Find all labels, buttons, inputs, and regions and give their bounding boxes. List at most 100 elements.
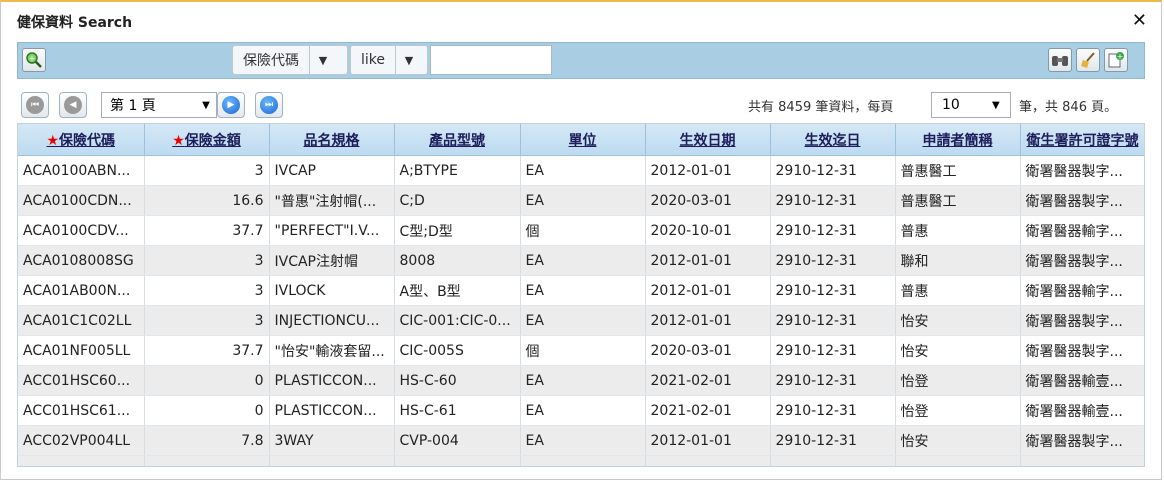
table-row[interactable]: ACA0100CDN... 16.6 "普惠"注射帽(... C;D EA 2020-03… xyxy=(18,185,1144,216)
table-cell: PLASTICCON... xyxy=(269,395,395,426)
table-cell: 衛署醫器輸字... xyxy=(1020,215,1144,246)
table-cell: 2012-01-01 xyxy=(645,425,771,456)
table-cell: 衛署醫器輸壹... xyxy=(1020,365,1144,396)
first-page-button[interactable]: ⏮ xyxy=(21,92,49,118)
table-row[interactable]: ACC01HSC61... 0 PLASTICCON... HS-C-61 EA 2021… xyxy=(18,395,1144,426)
last-page-icon: ⏭ xyxy=(260,96,278,114)
search-input[interactable] xyxy=(430,45,552,75)
table-cell: 衛署醫器輸壹... xyxy=(1020,395,1144,426)
table-row[interactable]: ACA0100CDV... 37.7 "PERFECT"I.V... C型;D型個 20… xyxy=(18,215,1144,246)
table-body: ACA0100ABN... 3 IVCAP A;BTYPE EA 2012-01-01 29… xyxy=(18,155,1144,466)
svg-text:+: + xyxy=(1117,52,1124,61)
table-cell: 怡安 xyxy=(895,305,1021,336)
table-cell: 衛署醫器製字... xyxy=(1020,305,1144,336)
table-cell: 2020-10-01 xyxy=(645,215,771,246)
record-summary: 共有 8459 筆資料，每頁 xyxy=(748,96,893,115)
last-page-button[interactable]: ⏭ xyxy=(255,92,283,118)
page-select[interactable]: 第 1 頁 ▼ xyxy=(101,92,217,118)
table-cell: 16.6 xyxy=(144,185,270,216)
table-cell: 2910-12-31 xyxy=(770,305,896,336)
table-cell: 2910-12-31 xyxy=(770,425,896,456)
table-cell: 衛署醫器製字... xyxy=(1020,245,1144,276)
close-icon[interactable]: ✕ xyxy=(1132,10,1147,31)
table-row[interactable]: ACA01C1C02LL 3 INJECTIONCU... CIC-001:CIC-0… xyxy=(18,305,1144,336)
operator-select[interactable]: like ▼ xyxy=(350,45,428,75)
table-cell: EA xyxy=(520,245,646,276)
table-cell: "PERFECT"I.V... xyxy=(269,215,395,246)
binoculars-icon[interactable] xyxy=(1048,48,1072,72)
table-row[interactable]: ACA0100ABN... 3 IVCAP A;BTYPE EA 2012-01-01 29… xyxy=(18,155,1144,186)
table-cell: 3WAY xyxy=(269,425,395,456)
table-cell: EA xyxy=(520,365,646,396)
table-cell xyxy=(144,455,270,466)
table-cell: IVLOCK xyxy=(269,275,395,306)
table-cell xyxy=(895,455,1021,466)
table-cell: 3 xyxy=(144,245,270,276)
dialog-title: 健保資料 Search xyxy=(17,15,133,31)
table-cell xyxy=(394,455,521,466)
prev-page-icon: ◀ xyxy=(64,96,82,114)
table-row[interactable]: ACA01NF005LL 37.7 "怡安"輸液套留... CIC-005S 個 2020… xyxy=(18,335,1144,366)
table-cell: 0 xyxy=(144,365,270,396)
next-page-icon: ▶ xyxy=(222,96,240,114)
table-cell: 2012-01-01 xyxy=(645,155,771,186)
col-header-effective-date[interactable]: 生效日期 xyxy=(645,124,771,156)
table-cell: 2910-12-31 xyxy=(770,155,896,186)
table-cell: PLASTICCON... xyxy=(269,365,395,396)
total-mid: 筆資料，每頁 xyxy=(815,100,894,115)
chevron-down-icon: ▼ xyxy=(202,99,210,111)
table-row[interactable]: ACC02VP004LL 7.8 3WAY CVP-004 EA 2012-01-01 29… xyxy=(18,425,1144,456)
next-page-button[interactable]: ▶ xyxy=(217,92,245,118)
table-cell xyxy=(18,455,145,466)
table-cell: 3 xyxy=(144,305,270,336)
col-header-unit[interactable]: 單位 xyxy=(520,124,646,156)
search-dialog: 健保資料 Search ✕ + 保險代碼 ▼ like ▼ + ⏮ ◀ 第 1 … xyxy=(0,0,1162,480)
table-cell: 0 xyxy=(144,395,270,426)
col-header-product-spec[interactable]: 品名規格 xyxy=(269,124,395,156)
pages-suffix: 頁。 xyxy=(1091,100,1118,115)
table-cell: 2910-12-31 xyxy=(770,395,896,426)
col-header-insurance-amount[interactable]: ★保險金額 xyxy=(144,124,270,156)
table-cell: EA xyxy=(520,185,646,216)
table-row[interactable]: ACA01AB00N... 3 IVLOCK A型、B型 EA 2012-01-01 291… xyxy=(18,275,1144,306)
table-cell: ACC01HSC61... xyxy=(18,395,145,426)
zoom-search-icon[interactable]: + xyxy=(22,48,46,72)
col-header-model[interactable]: 產品型號 xyxy=(394,124,521,156)
col-header-license-number[interactable]: 衛生署許可證字號 xyxy=(1020,124,1144,156)
table-cell: 2021-02-01 xyxy=(645,395,771,426)
table-cell: 37.7 xyxy=(144,215,270,246)
table-row[interactable]: ACC01HSC60... 0 PLASTICCON... HS-C-60 EA 2021… xyxy=(18,365,1144,396)
table-cell: CIC-005S xyxy=(394,335,521,366)
per-page-value: 10 xyxy=(942,97,960,113)
svg-text:+: + xyxy=(29,54,36,63)
table-cell: C;D xyxy=(394,185,521,216)
add-record-icon[interactable]: + xyxy=(1104,48,1128,72)
table-cell: 個 xyxy=(520,215,646,246)
col-header-insurance-code[interactable]: ★保險代碼 xyxy=(18,124,145,156)
table-cell: C型;D型 xyxy=(394,215,521,246)
table-cell: EA xyxy=(520,395,646,426)
col-header-applicant[interactable]: 申請者簡稱 xyxy=(895,124,1021,156)
table-cell: 2910-12-31 xyxy=(770,185,896,216)
table-cell: 2021-02-01 xyxy=(645,365,771,396)
broom-icon[interactable] xyxy=(1076,48,1100,72)
table-cell: EA xyxy=(520,305,646,336)
operator-select-value: like xyxy=(361,52,386,68)
table-row[interactable]: ACA0108008SG 3 IVCAP注射帽 8008 EA 2012-01-01 291… xyxy=(18,245,1144,276)
table-cell: ACA01C1C02LL xyxy=(18,305,145,336)
header-row: ★保險代碼 ★保險金額 品名規格 產品型號 單位 生效日期 生效迄日 申請者簡稱… xyxy=(18,124,1144,156)
table-cell: 2910-12-31 xyxy=(770,275,896,306)
table-cell: 衛署醫器製字... xyxy=(1020,185,1144,216)
table-cell: 衛署醫器製字... xyxy=(1020,335,1144,366)
chevron-down-icon: ▼ xyxy=(309,46,336,74)
prev-page-button[interactable]: ◀ xyxy=(59,92,87,118)
total-prefix: 共有 xyxy=(748,100,775,115)
total-records: 8459 xyxy=(778,100,812,115)
field-select[interactable]: 保險代碼 ▼ xyxy=(232,45,348,75)
col-header-expiry-date[interactable]: 生效迄日 xyxy=(770,124,896,156)
per-page-select[interactable]: 10 ▼ xyxy=(931,92,1011,118)
table-cell: 怡登 xyxy=(895,365,1021,396)
page-summary: 筆，共 846 頁。 xyxy=(1019,96,1117,115)
search-toolbar: + 保險代碼 ▼ like ▼ + xyxy=(17,42,1145,79)
table-cell: "怡安"輸液套留... xyxy=(269,335,395,366)
